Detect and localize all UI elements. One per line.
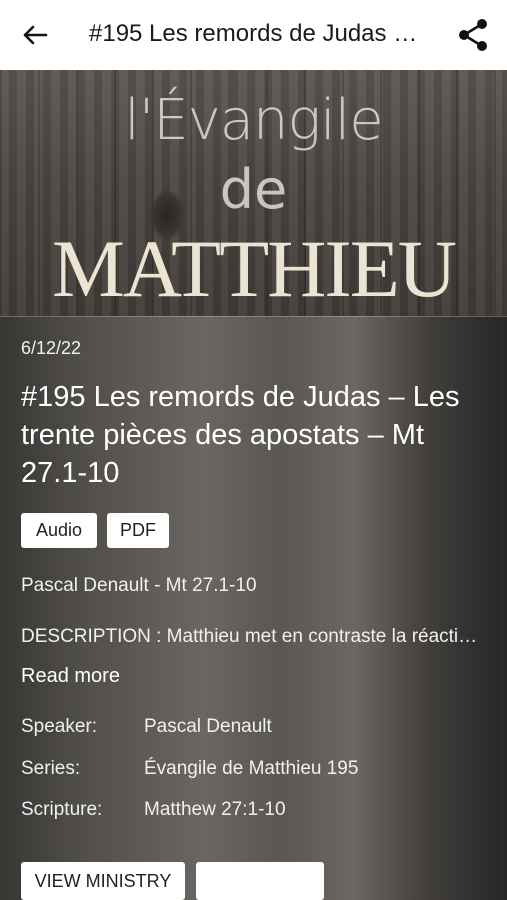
series-label: Series: [21,758,81,779]
view-ministry-button[interactable]: VIEW MINISTRY [21,862,185,900]
pdf-button[interactable]: PDF [107,513,169,548]
scripture-value[interactable]: Matthew 27:1-10 [144,799,286,821]
app-bar: #195 Les remords de Judas – Les trente p… [0,0,507,70]
secondary-action-button[interactable] [196,862,324,900]
series-value[interactable]: Évangile de Matthieu 195 [144,758,358,780]
app-bar-title: #195 Les remords de Judas – Les trente p… [89,20,429,47]
banner-text-de: de [219,158,288,221]
arrow-left-icon [23,25,48,45]
speaker-value[interactable]: Pascal Denault [144,716,272,738]
scripture-label: Scripture: [21,799,103,820]
sermon-title: #195 Les remords de Judas – Les trente p… [21,381,460,489]
banner-text-matthieu: MATTHIEU [51,223,457,314]
share-icon [459,19,487,51]
series-banner-image: l'Évangile de MATTHIEU [0,70,507,316]
sermon-date: 6/12/22 [21,338,82,358]
audio-button[interactable]: Audio [21,513,97,548]
share-button[interactable] [455,16,491,54]
read-more-link[interactable]: Read more [21,665,120,688]
banner-text-evangile: l'Évangile [124,88,383,153]
back-button[interactable] [18,18,52,52]
author-line: Pascal Denault - Mt 27.1-10 [21,575,257,596]
speaker-label: Speaker: [21,716,98,737]
sermon-description: DESCRIPTION : Matthieu met en contraste … [21,626,481,647]
